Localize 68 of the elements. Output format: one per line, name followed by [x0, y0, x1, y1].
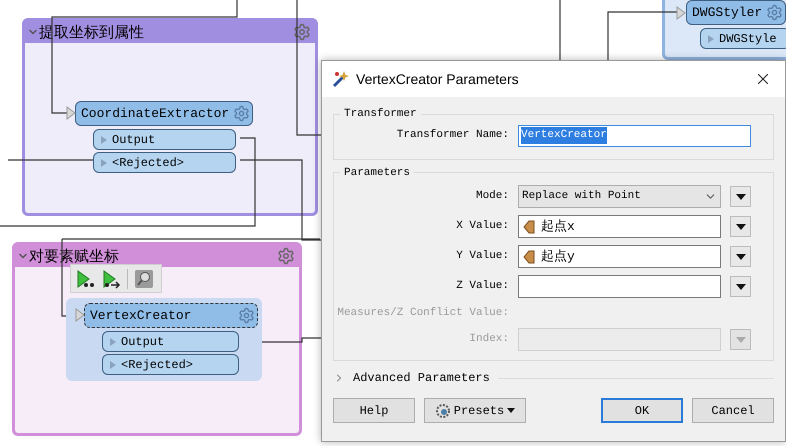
field-label: X Value: [455, 219, 509, 234]
expand-icon [109, 360, 117, 370]
expand-icon [109, 336, 117, 346]
dropdown-button[interactable] [730, 186, 751, 207]
field-label: Y Value: [455, 249, 509, 264]
group-heading: Transformer [343, 107, 418, 122]
port-label: Output [112, 132, 156, 148]
transformer-node[interactable]: VertexCreator [84, 303, 258, 328]
dropdown-button[interactable] [730, 216, 751, 237]
dialog-title: VertexCreator Parameters [356, 70, 519, 88]
gear-icon [434, 402, 451, 418]
transformer-node[interactable]: CoordinateExtractor [75, 101, 253, 126]
dialog-button[interactable]: OK [601, 398, 683, 423]
name-field[interactable]: VertexCreator [518, 124, 751, 146]
wand-icon [332, 70, 350, 88]
dropdown-arrow-icon [736, 284, 746, 290]
connector-line [559, 0, 561, 60]
run-to-icon[interactable] [75, 268, 95, 288]
port-label: Output [121, 334, 164, 350]
run-from-icon[interactable] [101, 268, 121, 288]
attribute-icon [523, 250, 535, 264]
field-label: Mode: [474, 189, 509, 204]
field-label: Z Value: [455, 279, 509, 294]
settings-icon[interactable] [293, 23, 311, 41]
dropdown-arrow-icon [736, 194, 746, 200]
settings-icon[interactable] [238, 307, 255, 324]
presets-button[interactable]: Presets [424, 398, 526, 423]
attribute-icon [523, 220, 535, 234]
attribute-field[interactable]: 起点x [518, 215, 721, 238]
attribute-value: 起点x [541, 218, 575, 236]
transformer-name: VertexCreator [90, 306, 192, 325]
group-heading: Parameters [343, 166, 412, 180]
output-port[interactable]: Output [102, 331, 239, 352]
attribute-field[interactable]: 起点y [518, 245, 721, 268]
inspect-icon[interactable] [134, 268, 154, 288]
expand-icon [100, 158, 108, 168]
output-port[interactable]: DWGStyle [700, 28, 786, 49]
port-label: DWGStyle [719, 30, 777, 48]
port-label: <Rejected> [112, 154, 184, 172]
mode-select[interactable]: Replace with Point [518, 185, 721, 208]
settings-icon[interactable] [233, 105, 250, 122]
port-label: <Rejected> [121, 356, 194, 374]
dialog-button[interactable]: Help [333, 398, 415, 423]
field-label: Transformer Name: [396, 128, 509, 144]
expand-icon [100, 134, 108, 144]
settings-icon[interactable] [277, 247, 295, 265]
dropdown-button[interactable] [730, 276, 751, 297]
input-field[interactable] [518, 275, 721, 298]
field-label: Measures/Z Conflict Value: [336, 306, 509, 321]
dropdown-arrow-icon [736, 336, 746, 342]
attribute-value: 起点y [541, 248, 575, 266]
dropdown-button[interactable] [730, 246, 751, 267]
dialog-button[interactable]: Cancel [692, 398, 774, 423]
transformer-node[interactable]: DWGStyler [686, 0, 786, 25]
output-port[interactable]: Output [93, 129, 236, 150]
settings-icon[interactable] [766, 4, 783, 21]
expand-icon [707, 34, 715, 44]
dropdown-arrow-icon [736, 224, 746, 230]
field-label: Index: [468, 332, 509, 348]
output-port[interactable]: <Rejected> [93, 152, 236, 173]
section-toggle-label[interactable]: Advanced Parameters [353, 369, 490, 387]
output-port[interactable]: <Rejected> [102, 354, 239, 375]
dropdown-arrow-icon [507, 408, 516, 413]
dropdown-arrow-icon [736, 254, 746, 260]
field-value: VertexCreator [521, 127, 607, 144]
transformer-name: DWGStyler [692, 4, 762, 22]
transformer-name: CoordinateExtractor [81, 104, 230, 123]
select-value: Replace with Point [522, 189, 641, 204]
